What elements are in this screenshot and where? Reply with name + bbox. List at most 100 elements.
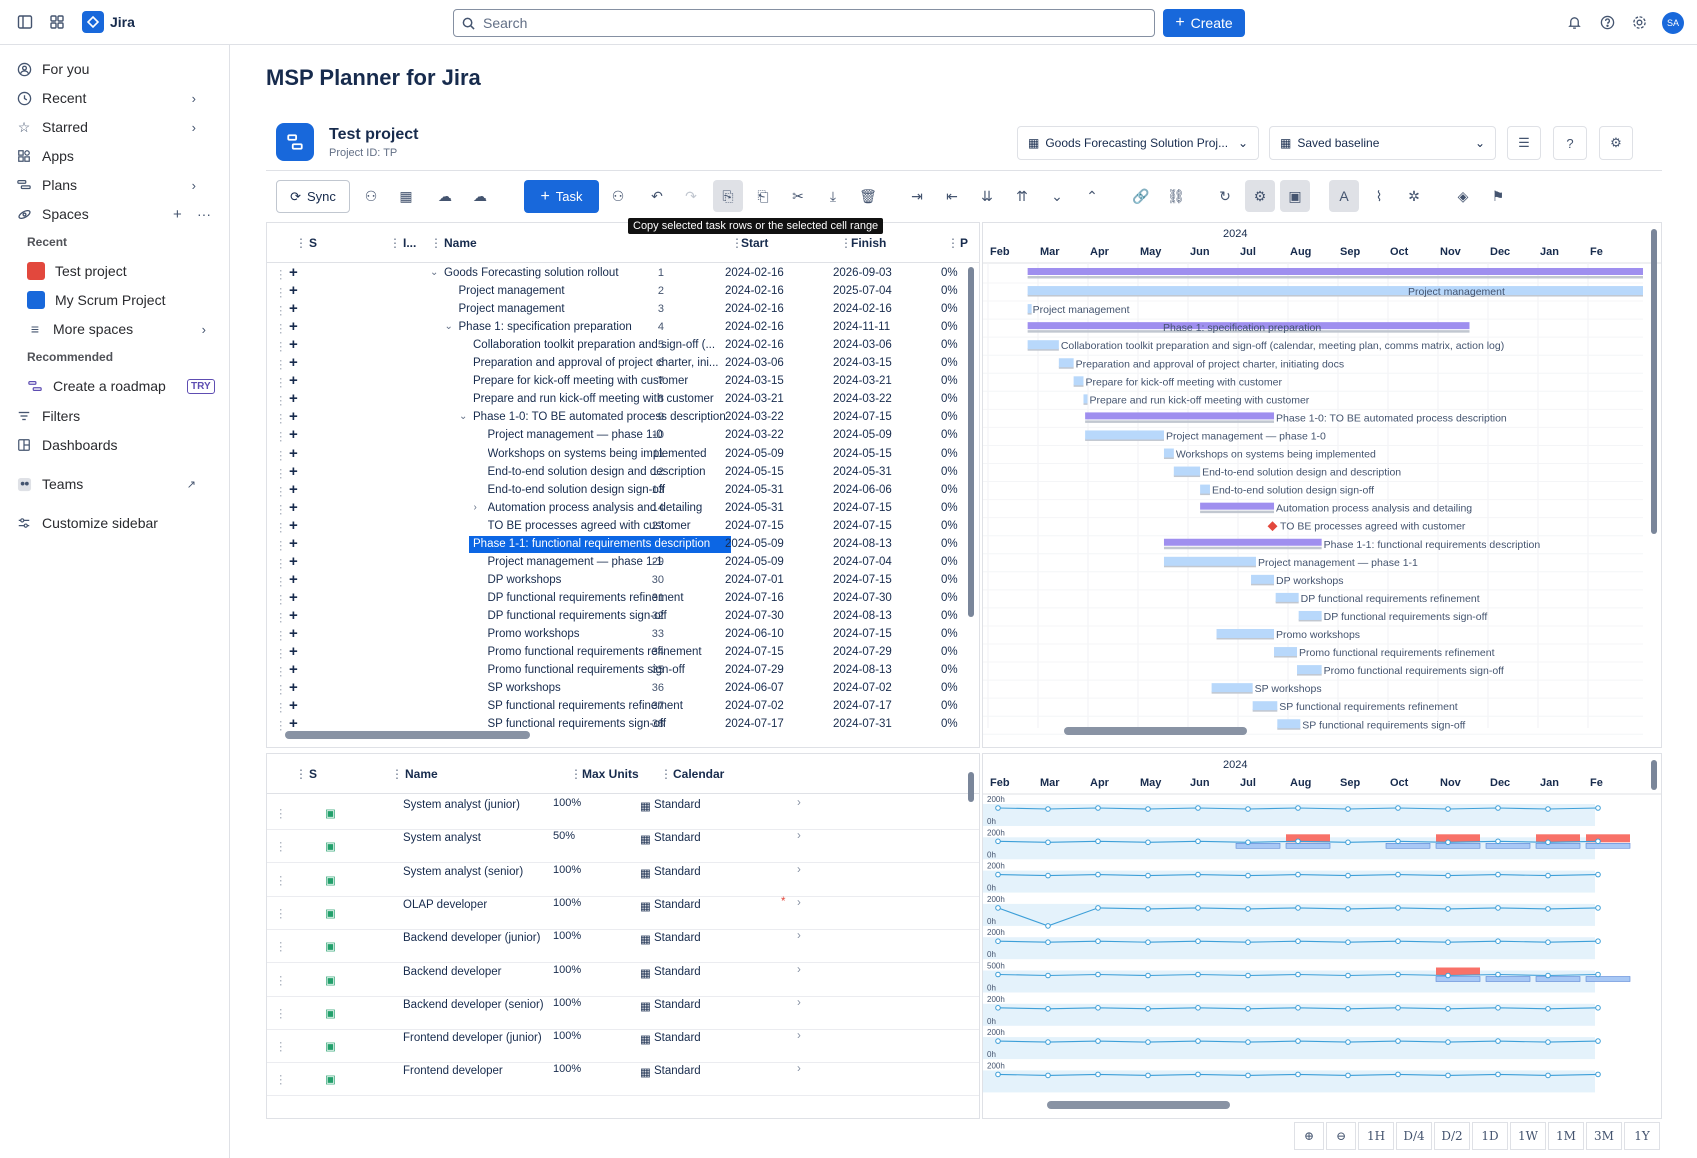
zoom-1h[interactable]: 1H xyxy=(1358,1122,1394,1150)
task-name[interactable]: Goods Forecasting solution rollout xyxy=(444,267,727,279)
task-progress[interactable]: 0% xyxy=(941,646,958,658)
unlink-icon[interactable]: ⛓ xyxy=(1161,180,1191,212)
col-finish[interactable]: Finish xyxy=(851,236,886,250)
resource-max-units[interactable]: 100% xyxy=(553,797,581,809)
add-row-icon[interactable]: + xyxy=(289,300,298,317)
baseline-select[interactable]: ▦ Saved baseline ⌄ xyxy=(1269,126,1496,160)
drag-handle-icon[interactable]: ⋮ xyxy=(275,267,287,281)
task-progress[interactable]: 0% xyxy=(941,267,958,279)
table-row[interactable]: ⋮ + 9 ⌄ Phase 1-0: TO BE automated proce… xyxy=(267,408,979,427)
task-name[interactable]: DP functional requirements sign-off xyxy=(488,610,728,622)
add-row-icon[interactable]: + xyxy=(289,517,298,534)
task-name[interactable]: End-to-end solution design sign-off xyxy=(488,484,728,496)
task-start[interactable]: 2024-05-31 xyxy=(725,484,784,496)
table-row[interactable]: ⋮ + 34 Promo functional requirements ref… xyxy=(267,643,979,662)
task-start[interactable]: 2024-02-16 xyxy=(725,267,784,279)
resource-calendar[interactable]: Standard xyxy=(654,899,701,911)
task-finish[interactable]: 2024-07-15 xyxy=(833,502,892,514)
sidebar-toggle-icon[interactable] xyxy=(15,12,35,32)
task-name[interactable]: Phase 1: specification preparation xyxy=(459,321,728,333)
task-name[interactable]: Prepare for kick-off meeting with custom… xyxy=(473,375,727,387)
task-progress[interactable]: 0% xyxy=(941,303,958,315)
task-start[interactable]: 2024-07-02 xyxy=(725,700,784,712)
resource-calendar[interactable]: Standard xyxy=(654,832,701,844)
column-menu-icon[interactable]: ⋮ xyxy=(295,236,307,250)
chevron-right-icon[interactable]: › xyxy=(797,930,801,942)
task-progress[interactable]: 0% xyxy=(941,538,958,550)
task-progress[interactable]: 0% xyxy=(941,357,958,369)
add-row-icon[interactable]: + xyxy=(289,643,298,660)
chevron-right-icon[interactable]: › xyxy=(797,997,801,1009)
task-progress[interactable]: 0% xyxy=(941,466,958,478)
resource-max-units[interactable]: 100% xyxy=(553,997,581,1009)
task-finish[interactable]: 2024-08-13 xyxy=(833,664,892,676)
sidebar-item-spaces[interactable]: Spaces + ··· xyxy=(16,202,216,226)
add-row-icon[interactable]: + xyxy=(289,264,298,281)
task-name[interactable]: SP workshops xyxy=(488,682,728,694)
zoom-1d[interactable]: 1D xyxy=(1472,1122,1508,1150)
task-start[interactable]: 2024-05-09 xyxy=(725,538,784,550)
task-start[interactable]: 2024-05-09 xyxy=(725,556,784,568)
outdent-icon[interactable]: ⇤ xyxy=(937,180,967,212)
drag-handle-icon[interactable]: ⋮ xyxy=(275,973,287,987)
resource-row[interactable]: ⋮ ▣ System analyst 50% ▦ Standard › xyxy=(267,827,979,864)
task-finish[interactable]: 2024-03-21 xyxy=(833,375,892,387)
task-progress[interactable]: 0% xyxy=(941,339,958,351)
task-progress[interactable]: 0% xyxy=(941,664,958,676)
add-row-icon[interactable]: + xyxy=(289,336,298,353)
task-start[interactable]: 2024-07-01 xyxy=(725,574,784,586)
table-row[interactable]: ⋮ + 31 DP functional requirements refine… xyxy=(267,589,979,608)
drag-handle-icon[interactable]: ⋮ xyxy=(275,839,287,853)
add-row-icon[interactable]: + xyxy=(289,318,298,335)
task-start[interactable]: 2024-02-16 xyxy=(725,339,784,351)
zoom-d4[interactable]: D/4 xyxy=(1396,1122,1432,1150)
task-progress[interactable]: 0% xyxy=(941,556,958,568)
add-row-icon[interactable]: + xyxy=(289,481,298,498)
task-finish[interactable]: 2024-07-17 xyxy=(833,700,892,712)
sidebar-item-apps[interactable]: Apps xyxy=(16,144,216,168)
column-menu-icon[interactable]: ⋮ xyxy=(295,767,307,781)
task-start[interactable]: 2024-03-06 xyxy=(725,357,784,369)
task-finish[interactable]: 2024-07-15 xyxy=(833,411,892,423)
task-finish[interactable]: 2024-07-15 xyxy=(833,574,892,586)
app-switcher-icon[interactable] xyxy=(47,12,67,32)
task-progress[interactable]: 0% xyxy=(941,592,958,604)
table-row[interactable]: ⋮ + 30 DP workshops 2024-07-01 2024-07-1… xyxy=(267,571,979,590)
resource-max-units[interactable]: 100% xyxy=(553,1063,581,1075)
task-finish[interactable]: 2024-07-15 xyxy=(833,628,892,640)
col-start[interactable]: Start xyxy=(741,236,768,250)
task-start[interactable]: 2024-05-31 xyxy=(725,502,784,514)
sidebar-item-recent[interactable]: Recent › xyxy=(16,86,216,110)
task-progress[interactable]: 0% xyxy=(941,700,958,712)
resource-max-units[interactable]: 100% xyxy=(553,897,581,909)
col-calendar[interactable]: Calendar xyxy=(673,767,724,781)
resource-calendar[interactable]: Standard xyxy=(654,799,701,811)
task-progress[interactable]: 0% xyxy=(941,448,958,460)
avatar[interactable]: SA xyxy=(1662,12,1684,34)
task-progress[interactable]: 0% xyxy=(941,285,958,297)
task-name[interactable]: TO BE processes agreed with customer xyxy=(488,520,728,532)
drag-handle-icon[interactable]: ⋮ xyxy=(275,628,287,642)
col-p[interactable]: P xyxy=(960,236,968,250)
drag-handle-icon[interactable]: ⋮ xyxy=(275,393,287,407)
table-row[interactable]: ⋮ + 33 Promo workshops 2024-06-10 2024-0… xyxy=(267,625,979,644)
assign-user-icon[interactable]: ⚇ xyxy=(356,180,386,212)
drag-handle-icon[interactable]: ⋮ xyxy=(275,466,287,480)
add-row-icon[interactable]: + xyxy=(289,408,298,425)
chevron-right-icon[interactable]: › xyxy=(797,864,801,876)
bug-icon[interactable]: ✲ xyxy=(1399,180,1429,212)
task-finish[interactable]: 2024-05-15 xyxy=(833,448,892,460)
task-progress[interactable]: 0% xyxy=(941,610,958,622)
column-menu-icon[interactable]: ⋮ xyxy=(391,767,403,781)
calculator-icon[interactable]: ▣ xyxy=(1280,180,1310,212)
resource-name[interactable]: Frontend developer (junior) xyxy=(403,1032,542,1044)
search-input[interactable]: Search xyxy=(453,9,1155,37)
drag-handle-icon[interactable]: ⋮ xyxy=(275,375,287,389)
add-row-icon[interactable]: + xyxy=(289,535,298,552)
sidebar-item-teams[interactable]: Teams ↗ xyxy=(16,472,216,496)
task-start[interactable]: 2024-03-21 xyxy=(725,393,784,405)
resource-name[interactable]: Backend developer xyxy=(403,966,501,978)
paste-icon[interactable]: ⎗ xyxy=(748,180,778,212)
move-up-icon[interactable]: ⌃ xyxy=(1077,180,1107,212)
table-row[interactable]: ⋮ + 36 SP workshops 2024-06-07 2024-07-0… xyxy=(267,679,979,698)
